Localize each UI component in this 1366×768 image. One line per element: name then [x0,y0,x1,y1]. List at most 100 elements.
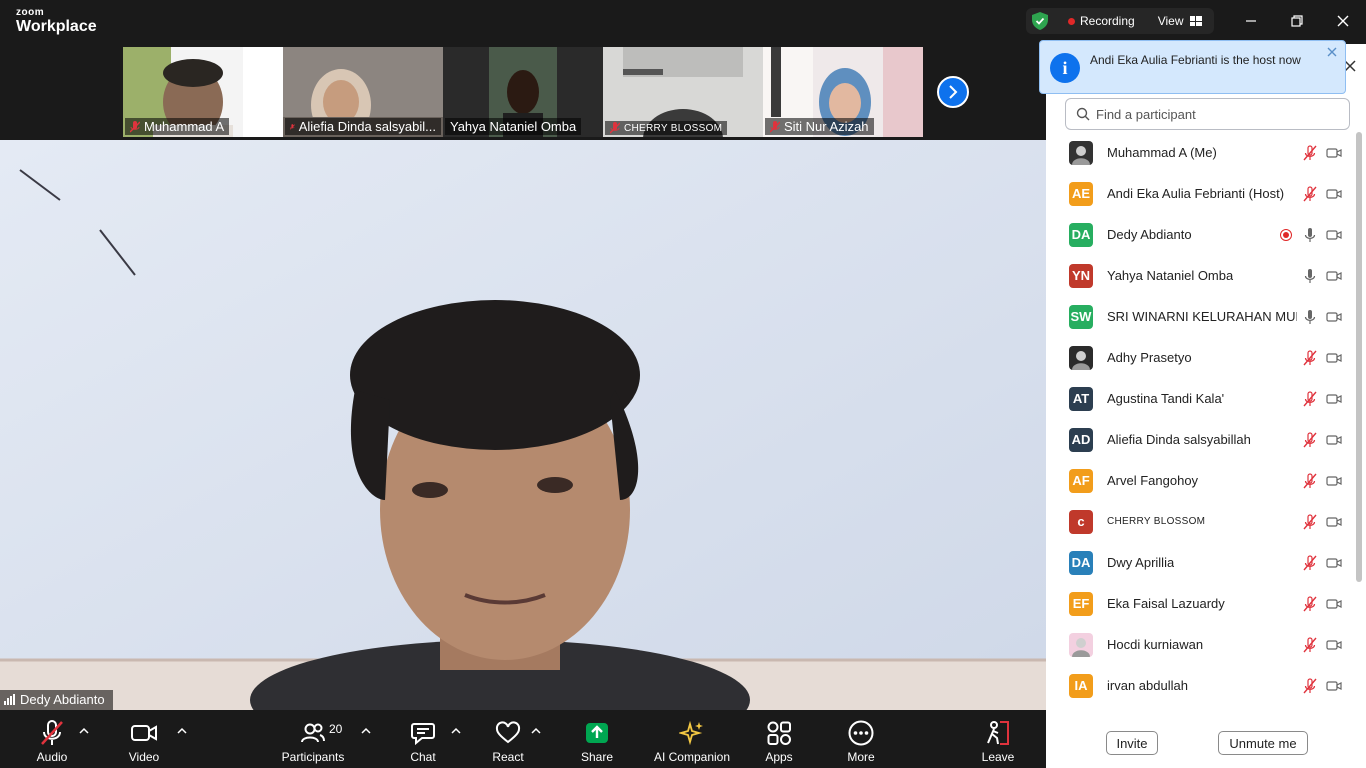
camera-icon[interactable] [1326,270,1342,282]
participant-name: Hocdi kurniawan [1107,637,1204,652]
camera-icon[interactable] [1326,680,1342,692]
chevron-up-icon[interactable] [530,726,542,736]
thumbnail-label: Yahya Nataniel Omba [445,118,582,135]
participants-count: 20 [329,722,343,736]
audio-button[interactable]: Audio [32,718,72,764]
video-thumbnail[interactable]: CHERRY BLOSSOM [603,47,763,137]
participant-row[interactable]: Adhy Prasetyo [1046,337,1356,378]
video-thumbnail[interactable]: Muhammad A [123,47,283,137]
unmute-me-button[interactable]: Unmute me [1218,731,1308,755]
muted-mic-icon[interactable] [1302,349,1318,366]
ai-companion-label: AI Companion [653,750,731,764]
muted-mic-icon[interactable] [1302,472,1318,489]
participant-row[interactable]: AT Agustina Tandi Kala' [1046,378,1356,419]
muted-mic-icon[interactable] [1302,513,1318,530]
video-label: Video [128,750,160,764]
avatar [1069,345,1093,370]
shield-icon[interactable] [1032,12,1048,30]
chevron-up-icon[interactable] [450,726,462,736]
avatar [1069,632,1093,657]
invite-button[interactable]: Invite [1106,731,1158,755]
close-window-button[interactable] [1330,8,1356,34]
muted-mic-icon[interactable] [1302,390,1318,407]
apps-button[interactable]: Apps [762,718,796,764]
camera-icon[interactable] [1326,229,1342,241]
camera-icon[interactable] [1326,557,1342,569]
grid-view-icon[interactable] [1189,16,1202,26]
more-button[interactable]: More [844,718,878,764]
muted-mic-icon[interactable] [1302,431,1318,448]
participant-name: Agustina Tandi Kala' [1107,391,1225,406]
mic-icon[interactable] [1302,227,1318,243]
signal-strength-icon [4,694,15,705]
participant-row[interactable]: Muhammad A (Me) [1046,132,1356,173]
video-button[interactable]: Video [124,718,164,764]
video-thumbnail[interactable]: Aliefia Dinda salsyabil... [283,47,443,137]
camera-icon[interactable] [1326,639,1342,651]
next-page-button[interactable] [937,76,969,108]
share-button[interactable]: Share [578,718,616,764]
meeting-status-bar: Recording View [1026,8,1214,34]
camera-icon[interactable] [1326,188,1342,200]
mic-icon[interactable] [1302,309,1318,325]
muted-mic-icon[interactable] [1302,636,1318,653]
camera-icon[interactable] [1326,475,1342,487]
chevron-up-icon[interactable] [78,726,90,736]
participant-search[interactable] [1065,98,1350,130]
view-button[interactable]: View [1158,14,1184,28]
participant-row[interactable]: Hocdi kurniawan [1046,624,1356,665]
speaker-video-feed [0,140,1046,710]
recording-label[interactable]: Recording [1080,14,1135,28]
camera-icon[interactable] [1326,516,1342,528]
muted-mic-icon[interactable] [1302,185,1318,202]
minimize-button[interactable] [1238,8,1264,34]
participant-list-scrollbar[interactable] [1356,132,1362,582]
participant-row[interactable]: AF Arvel Fangohoy [1046,460,1356,501]
ai-companion-button[interactable]: AI Companion [652,718,732,764]
muted-mic-icon [290,123,295,130]
camera-icon[interactable] [1326,352,1342,364]
participant-row[interactable]: DA Dwy Aprillia [1046,542,1356,583]
participant-name: Yahya Nataniel Omba [1107,268,1234,283]
video-thumbnail[interactable]: Yahya Nataniel Omba [443,47,603,137]
camera-icon[interactable] [1326,147,1342,159]
participant-row[interactable]: c CHERRY BLOSSOM [1046,501,1356,542]
close-notification-icon[interactable] [1327,47,1337,57]
participant-row[interactable]: AE Andi Eka Aulia Febrianti (Host) [1046,173,1356,214]
search-input[interactable] [1096,106,1336,122]
restore-icon [1291,15,1303,27]
participant-row[interactable]: IA irvan abdullah [1046,665,1356,706]
camera-icon[interactable] [1326,393,1342,405]
muted-mic-icon[interactable] [1302,595,1318,612]
participant-row[interactable]: YN Yahya Nataniel Omba [1046,255,1356,296]
video-thumbnail[interactable]: Siti Nur Azizah [763,47,923,137]
restore-button[interactable] [1284,8,1310,34]
info-icon: i [1050,53,1080,83]
app-logo: zoom Workplace [16,8,97,36]
muted-mic-icon [130,120,140,132]
muted-mic-icon[interactable] [1302,554,1318,571]
leave-button[interactable]: Leave [980,718,1016,764]
camera-icon[interactable] [1326,598,1342,610]
participant-row[interactable]: DA Dedy Abdianto [1046,214,1356,255]
brand-small: zoom [16,7,45,18]
muted-mic-icon[interactable] [1302,144,1318,161]
camera-icon[interactable] [1326,311,1342,323]
participant-row[interactable] [1046,706,1356,714]
react-button[interactable]: React [490,718,526,764]
thumbnail-name: Yahya Nataniel Omba [450,119,577,134]
participant-name: Dedy Abdianto [1107,227,1192,242]
mic-icon[interactable] [1302,268,1318,284]
chevron-up-icon[interactable] [176,726,188,736]
camera-icon[interactable] [1326,434,1342,446]
participant-row[interactable]: AD Aliefia Dinda salsyabillah [1046,419,1356,460]
chevron-up-icon[interactable] [360,726,372,736]
video-thumbnail-strip: Muhammad A Aliefia Dinda salsyabil... Ya… [0,44,1046,140]
avatar: EF [1069,591,1093,616]
muted-mic-icon[interactable] [1302,677,1318,694]
avatar: c [1069,509,1093,534]
active-speaker-video[interactable]: Dedy Abdianto [0,140,1046,710]
chat-button[interactable]: Chat [406,718,440,764]
participant-row[interactable]: SW SRI WINARNI KELURAHAN MULI [1046,296,1356,337]
participant-row[interactable]: EF Eka Faisal Lazuardy [1046,583,1356,624]
